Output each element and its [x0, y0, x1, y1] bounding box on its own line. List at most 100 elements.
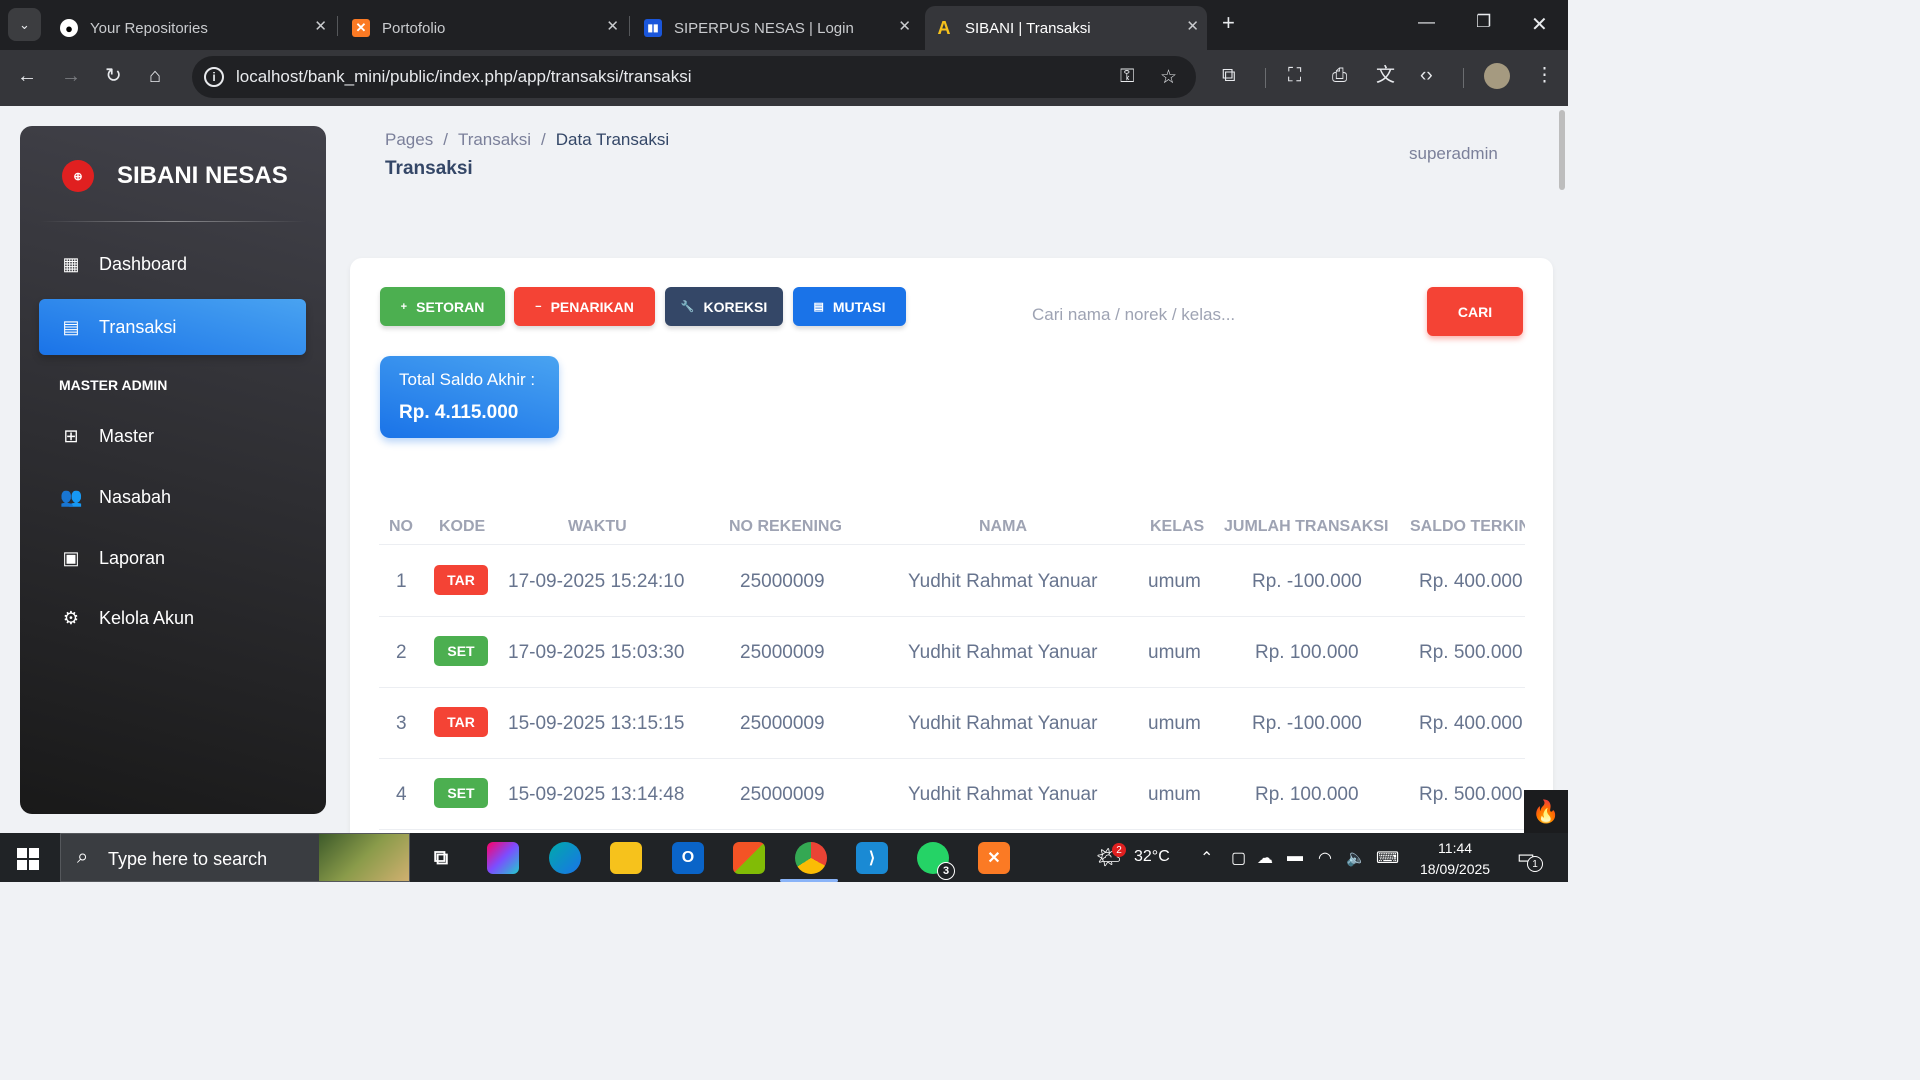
cell-saldo: Rp. 500.000 — [1419, 642, 1523, 663]
keyboard-icon[interactable]: ⌨ — [1376, 848, 1399, 868]
wifi-icon[interactable]: ◠ — [1318, 848, 1332, 868]
penarikan-button[interactable]: − PENARIKAN — [514, 287, 655, 326]
home-icon[interactable]: ⌂ — [149, 66, 161, 86]
tab-portofolio[interactable]: ✕ Portofolio ✕ — [342, 6, 627, 50]
user-name[interactable]: superadmin — [1409, 144, 1498, 164]
vscode-icon[interactable]: ⟩ — [856, 842, 888, 874]
breadcrumb-pages[interactable]: Pages — [385, 130, 433, 149]
translate-icon[interactable]: 文 — [1376, 66, 1395, 86]
system-clock[interactable]: 11:44 18/09/2025 — [1420, 838, 1490, 880]
volume-icon[interactable]: 🔈 — [1346, 848, 1366, 868]
outlook-icon[interactable]: O — [672, 842, 704, 874]
profile-avatar[interactable] — [1484, 63, 1510, 89]
restore-icon[interactable]: ❐ — [1476, 12, 1491, 32]
breadcrumb: Pages / Transaksi / Data Transaksi — [385, 130, 670, 149]
cell-saldo: Rp. 400.000 — [1419, 713, 1523, 734]
reload-icon[interactable]: ↻ — [105, 66, 122, 86]
column-header[interactable]: WAKTU — [568, 518, 627, 536]
close-icon[interactable]: ✕ — [314, 17, 327, 35]
sidebar-item-label: Laporan — [99, 547, 166, 568]
xampp-icon[interactable]: ✕ — [978, 842, 1010, 874]
site-info-icon[interactable]: i — [204, 67, 224, 87]
page-scrollbar[interactable] — [1556, 106, 1568, 833]
sidebar-item-transaksi[interactable]: ▤ Transaksi — [39, 299, 306, 355]
cell-jumlah: Rp. -100.000 — [1252, 571, 1362, 592]
taskbar-search[interactable]: ⌕ Type here to search — [60, 833, 410, 882]
print-icon[interactable]: ⎙ — [1332, 66, 1347, 86]
wrench-icon: 🔧 — [680, 301, 695, 313]
table-row[interactable]: 2 SET 17-09-2025 15:03:30 25000009 Yudhi… — [379, 617, 1525, 688]
column-header[interactable]: JUMLAH TRANSAKSI — [1224, 518, 1388, 536]
table-row[interactable]: 4 SET 15-09-2025 13:14:48 25000009 Yudhi… — [379, 759, 1525, 830]
column-header[interactable]: KELAS — [1150, 518, 1204, 536]
sidebar-item-master[interactable]: ⊞ Master — [39, 408, 306, 464]
close-icon[interactable]: ✕ — [1186, 17, 1199, 35]
copilot-icon[interactable] — [487, 842, 519, 874]
sidebar-item-dashboard[interactable]: ▦ Dashboard — [39, 236, 306, 292]
address-bar[interactable]: i localhost/bank_mini/public/index.php/a… — [192, 56, 1196, 98]
weather-temp[interactable]: 32°C — [1134, 848, 1170, 866]
extensions-icon[interactable]: ⧉ — [1222, 66, 1236, 86]
table-row[interactable]: 1 TAR 17-09-2025 15:24:10 25000009 Yudhi… — [379, 546, 1525, 617]
setoran-button[interactable]: + SETORAN — [380, 287, 505, 326]
forward-icon[interactable]: → — [61, 66, 81, 86]
incognito-icon[interactable]: ⛶ — [1288, 66, 1301, 86]
minimize-icon[interactable]: — — [1418, 12, 1435, 32]
tab-your-repositories[interactable]: ● Your Repositories ✕ — [50, 6, 335, 50]
tab-search-button[interactable]: ⌄ — [8, 8, 41, 41]
cell-nama: Yudhit Rahmat Yanuar — [908, 642, 1098, 663]
breadcrumb-current: Data Transaksi — [555, 130, 670, 149]
onedrive-icon[interactable]: ☁ — [1257, 848, 1273, 868]
weather-icon[interactable]: 🌤 2 — [1096, 843, 1126, 870]
receipt-icon: ▤ — [62, 316, 80, 337]
tab-siperpus[interactable]: ▮▮ SIPERPUS NESAS | Login ✕ — [634, 6, 919, 50]
file-explorer-icon[interactable] — [610, 842, 642, 874]
cell-kelas: umum — [1148, 642, 1201, 663]
close-window-icon[interactable]: ✕ — [1531, 12, 1548, 37]
column-header[interactable]: SALDO TERKIN — [1410, 518, 1525, 536]
sidebar-item-kelola-akun[interactable]: ⚙ Kelola Akun — [39, 590, 306, 646]
battery-icon[interactable]: ▬ — [1287, 848, 1303, 866]
close-icon[interactable]: ✕ — [606, 17, 619, 35]
total-saldo-label: Total Saldo Akhir : — [399, 370, 536, 389]
sidebar-item-nasabah[interactable]: 👥 Nasabah — [39, 469, 306, 525]
whatsapp-icon[interactable]: 3 — [917, 842, 955, 880]
receipt-small-icon: ▤ — [813, 301, 824, 313]
sidebar-item-laporan[interactable]: ▣ Laporan — [39, 530, 306, 586]
column-header[interactable]: NAMA — [979, 518, 1027, 536]
github-icon: ● — [60, 19, 78, 37]
back-icon[interactable]: ← — [17, 66, 37, 86]
close-icon[interactable]: ✕ — [898, 17, 911, 35]
tab-sibani-transaksi[interactable]: A SIBANI | Transaksi ✕ — [925, 6, 1207, 50]
url-text[interactable]: localhost/bank_mini/public/index.php/app… — [236, 67, 691, 87]
chrome-icon[interactable] — [795, 842, 827, 874]
weather-badge: 2 — [1112, 843, 1126, 857]
cell-saldo: Rp. 400.000 — [1419, 571, 1523, 592]
notification-icon[interactable]: ▭ 1 — [1517, 846, 1543, 872]
edge-icon[interactable] — [549, 842, 581, 874]
brand[interactable]: ⊕ SIBANI NESAS — [62, 160, 288, 192]
devtools-icon[interactable]: ‹› — [1420, 66, 1433, 86]
bookmark-star-icon[interactable]: ☆ — [1160, 66, 1177, 89]
microsoft-store-icon[interactable] — [733, 842, 765, 874]
column-header[interactable]: NO REKENING — [729, 518, 842, 536]
koreksi-button[interactable]: 🔧 KOREKSI — [665, 287, 783, 326]
sidebar-item-label: Kelola Akun — [99, 607, 195, 628]
new-tab-button[interactable]: + — [1222, 10, 1235, 36]
table-row[interactable]: 3 TAR 15-09-2025 13:15:15 25000009 Yudhi… — [379, 688, 1525, 759]
task-view-icon[interactable]: ⧉ — [425, 842, 457, 874]
menu-kebab-icon[interactable]: ⋮ — [1535, 66, 1554, 86]
column-header[interactable]: KODE — [439, 518, 485, 536]
search-button[interactable]: CARI — [1427, 287, 1523, 336]
fire-icon[interactable]: 🔥 — [1524, 790, 1568, 833]
windows-start-icon[interactable] — [17, 848, 39, 870]
column-header[interactable]: NO — [389, 518, 413, 536]
mutasi-button[interactable]: ▤ MUTASI — [793, 287, 906, 326]
search-input[interactable] — [1032, 300, 1372, 330]
breadcrumb-transaksi[interactable]: Transaksi — [458, 130, 531, 149]
meet-icon[interactable]: ▢ — [1231, 848, 1246, 868]
password-key-icon[interactable]: ⚿ — [1120, 66, 1134, 88]
chevron-up-icon[interactable]: ⌃ — [1200, 848, 1213, 868]
page-viewport: ⊕ SIBANI NESAS ▦ Dashboard ▤ Transaksi M… — [0, 106, 1568, 833]
cell-no: 2 — [396, 642, 407, 663]
